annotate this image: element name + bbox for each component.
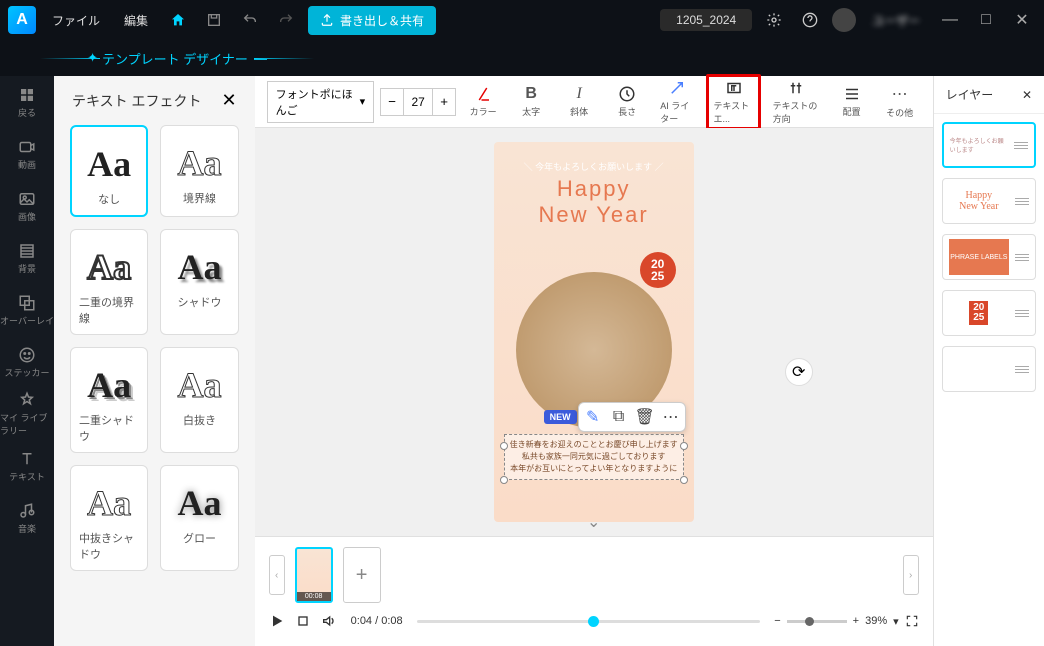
font-size-decrease[interactable]: − xyxy=(381,89,403,115)
drag-handle-icon[interactable] xyxy=(1015,254,1029,261)
nav-sticker[interactable]: ステッカー xyxy=(0,336,54,388)
zoom-value: 39% xyxy=(865,615,887,627)
effect-double-outline[interactable]: Aa二重の境界線 xyxy=(70,229,148,335)
menu-file[interactable]: ファイル xyxy=(44,8,108,33)
designer-mode-label: ✦テンプレート デザイナー— xyxy=(0,40,354,76)
font-size-increase[interactable]: + xyxy=(433,89,455,115)
card-title[interactable]: Happy New Year xyxy=(494,176,694,228)
effect-cutout-shadow[interactable]: Aa中抜きシャドウ xyxy=(70,465,148,571)
greeting-text[interactable]: 佳き新春をお迎えのこととお慶び申し上げます 私共も家族一同元気に過ごしております… xyxy=(504,434,684,480)
effect-shadow[interactable]: Aaシャドウ xyxy=(160,229,238,335)
align-button[interactable]: 配置 xyxy=(831,83,873,120)
help-icon[interactable] xyxy=(796,6,824,34)
save-icon[interactable] xyxy=(200,6,228,34)
page-thumbnail-1[interactable]: 00:08 xyxy=(295,547,333,603)
italic-button[interactable]: I斜体 xyxy=(558,83,600,120)
canvas-area[interactable]: ＼ 今年もよろしくお願いします ／ Happy New Year 2025 NE… xyxy=(255,128,933,536)
nav-background[interactable]: 背景 xyxy=(0,232,54,284)
trash-icon[interactable]: 🗑 xyxy=(635,407,655,427)
year-badge[interactable]: 2025 xyxy=(640,252,676,288)
layer-item-year[interactable]: 2025 xyxy=(942,290,1036,336)
stop-icon[interactable] xyxy=(295,613,311,629)
drag-handle-icon[interactable] xyxy=(1015,310,1029,317)
nav-library[interactable]: マイ ライブラリー xyxy=(0,388,54,440)
more-button[interactable]: ⋯その他 xyxy=(879,82,921,121)
eyedropper-icon[interactable]: ✎ xyxy=(583,407,603,427)
duplicate-icon[interactable]: ⧉ xyxy=(609,407,629,427)
text-effects-panel: テキスト エフェクト ✕ Aaなし Aa境界線 Aa二重の境界線 Aaシャドウ … xyxy=(54,76,255,646)
layer-item-title[interactable]: HappyNew Year xyxy=(942,178,1036,224)
volume-icon[interactable] xyxy=(321,613,337,629)
add-page-button[interactable]: + xyxy=(343,547,381,603)
canvas-card[interactable]: ＼ 今年もよろしくお願いします ／ Happy New Year 2025 NE… xyxy=(494,142,694,522)
nav-back[interactable]: 戻る xyxy=(0,76,54,128)
chevron-down-icon[interactable]: ▾ xyxy=(893,615,899,628)
play-icon[interactable] xyxy=(269,613,285,629)
text-effect-button[interactable]: テキスト エ... xyxy=(706,74,760,130)
time-display: 0:04 / 0:08 xyxy=(351,615,403,627)
window-minimize-icon[interactable]: — xyxy=(936,6,964,34)
drag-handle-icon[interactable] xyxy=(1015,366,1029,373)
layer-item-phrase[interactable]: PHRASE LABELS xyxy=(942,234,1036,280)
effects-panel-title: テキスト エフェクト xyxy=(72,91,201,111)
user-avatar[interactable] xyxy=(832,8,856,32)
font-select[interactable]: フォントポにほんご▾ xyxy=(267,81,375,123)
upload-icon xyxy=(320,13,334,27)
refresh-icon[interactable]: ⟳ xyxy=(785,358,813,386)
home-icon[interactable] xyxy=(164,6,192,34)
effect-double-shadow[interactable]: Aa二重シャドウ xyxy=(70,347,148,453)
bold-button[interactable]: B太字 xyxy=(510,83,552,120)
chevron-down-icon: ▾ xyxy=(360,95,366,108)
new-badge: NEW xyxy=(544,410,577,424)
zoom-slider[interactable] xyxy=(787,620,847,623)
color-button[interactable]: カラー xyxy=(462,83,504,120)
fullscreen-icon[interactable] xyxy=(905,614,919,628)
nav-overlay[interactable]: オーバーレイ xyxy=(0,284,54,336)
app-logo[interactable]: A xyxy=(8,6,36,34)
effect-none[interactable]: Aaなし xyxy=(70,125,148,217)
nav-music[interactable]: 音楽 xyxy=(0,492,54,544)
next-page-icon[interactable]: › xyxy=(903,555,919,595)
collapse-icon[interactable]: ⌄ xyxy=(587,512,600,532)
card-top-banner[interactable]: ＼ 今年もよろしくお願いします ／ xyxy=(494,160,694,173)
text-direction-button[interactable]: テキストの方向 xyxy=(767,77,825,127)
progress-bar[interactable] xyxy=(417,620,761,623)
zoom-out-icon[interactable]: − xyxy=(774,615,780,627)
user-name[interactable]: ユーザー xyxy=(864,8,928,33)
zoom-in-icon[interactable]: + xyxy=(853,615,859,627)
layer-item-greeting[interactable]: 今年もよろしくお願いします xyxy=(942,122,1036,168)
more-icon[interactable]: ⋯ xyxy=(661,407,681,427)
effect-outline[interactable]: Aa境界線 xyxy=(160,125,238,217)
ai-writer-button[interactable]: AI ライター xyxy=(654,77,700,127)
effect-cutout[interactable]: Aa白抜き xyxy=(160,347,238,453)
close-icon[interactable]: ✕ xyxy=(222,90,237,111)
effect-glow[interactable]: Aaグロー xyxy=(160,465,238,571)
layer-item-blank[interactable] xyxy=(942,346,1036,392)
undo-icon[interactable] xyxy=(236,6,264,34)
close-icon[interactable]: ✕ xyxy=(1022,88,1032,102)
length-button[interactable]: 長さ xyxy=(606,83,648,120)
export-button[interactable]: 書き出し＆共有 xyxy=(308,6,436,35)
project-name[interactable]: 1205_2024 xyxy=(660,9,752,31)
text-toolbar: フォントポにほんご▾ − + カラー B太字 I斜体 長さ AI ライター テキ… xyxy=(255,76,933,128)
left-nav: 戻る 動画 画像 背景 オーバーレイ ステッカー マイ ライブラリー テキスト … xyxy=(0,76,54,646)
layers-panel: レイヤー ✕ 今年もよろしくお願いします HappyNew Year PHRAS… xyxy=(933,76,1044,646)
nav-video[interactable]: 動画 xyxy=(0,128,54,180)
floating-toolbar: ✎ ⧉ 🗑 ⋯ xyxy=(578,402,686,432)
settings-icon[interactable] xyxy=(760,6,788,34)
window-maximize-icon[interactable]: □ xyxy=(972,6,1000,34)
nav-image[interactable]: 画像 xyxy=(0,180,54,232)
prev-page-icon[interactable]: ‹ xyxy=(269,555,285,595)
redo-icon[interactable] xyxy=(272,6,300,34)
drag-handle-icon[interactable] xyxy=(1014,142,1028,149)
font-size-input[interactable] xyxy=(403,89,433,115)
menu-edit[interactable]: 編集 xyxy=(116,8,156,33)
window-close-icon[interactable]: ✕ xyxy=(1008,6,1036,34)
nav-text[interactable]: テキスト xyxy=(0,440,54,492)
drag-handle-icon[interactable] xyxy=(1015,198,1029,205)
layers-title: レイヤー xyxy=(946,86,994,103)
timeline: ‹ 00:08 + › 0:04 / 0:08 − + 39% xyxy=(255,536,933,646)
